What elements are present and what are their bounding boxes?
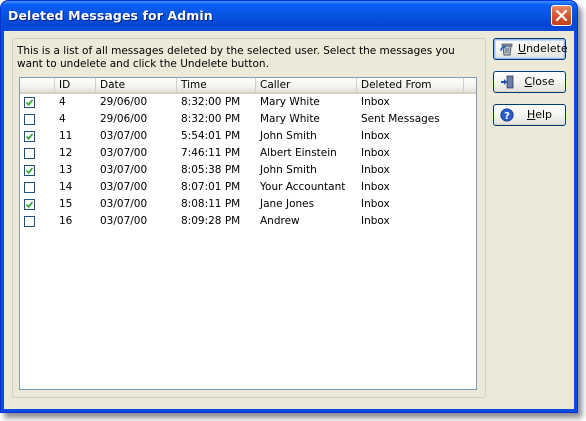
cell-id: 11 bbox=[59, 130, 73, 142]
checkmark-icon bbox=[26, 167, 33, 174]
cell-caller: Your Accountant bbox=[260, 181, 346, 193]
cell-caller: Mary White bbox=[260, 113, 320, 125]
checkmark-icon bbox=[26, 99, 33, 106]
cell-date: 03/07/00 bbox=[100, 215, 148, 227]
table-row[interactable]: 4 29/06/00 8:32:00 PM Mary White Sent Messag… bbox=[20, 111, 476, 128]
cell-id: 12 bbox=[59, 147, 73, 159]
cell-id: 4 bbox=[59, 113, 66, 125]
cell-caller: Mary White bbox=[260, 96, 320, 108]
cell-id: 14 bbox=[59, 181, 73, 193]
row-checkbox[interactable] bbox=[24, 114, 35, 125]
cell-time: 8:05:38 PM bbox=[181, 164, 241, 176]
table-row[interactable]: 16 03/07/00 8:09:28 PM Andrew Inbox bbox=[20, 213, 476, 230]
cell-caller: Jane Jones bbox=[260, 198, 315, 210]
cell-time: 8:32:00 PM bbox=[181, 96, 241, 108]
row-checkbox[interactable] bbox=[24, 97, 35, 108]
window-title: Deleted Messages for Admin bbox=[8, 8, 213, 23]
cell-id: 16 bbox=[59, 215, 73, 227]
cell-deleted-from: Inbox bbox=[361, 164, 390, 176]
cell-caller: John Smith bbox=[260, 130, 317, 142]
svg-text:?: ? bbox=[504, 111, 510, 122]
title-bar[interactable]: Deleted Messages for Admin bbox=[1, 1, 577, 31]
row-checkbox[interactable] bbox=[24, 199, 35, 210]
cell-deleted-from: Inbox bbox=[361, 198, 390, 210]
help-button[interactable]: ? Help bbox=[493, 104, 566, 126]
list-header: ID Date Time Caller Deleted From bbox=[20, 78, 476, 94]
cell-time: 5:54:01 PM bbox=[181, 130, 241, 142]
cell-date: 29/06/00 bbox=[100, 113, 148, 125]
table-row[interactable]: 11 03/07/00 5:54:01 PM John Smith Inbox bbox=[20, 128, 476, 145]
cell-time: 7:46:11 PM bbox=[181, 147, 241, 159]
dialog-client-area: This is a list of all messages deleted b… bbox=[4, 31, 574, 409]
cell-date: 03/07/00 bbox=[100, 164, 148, 176]
table-row[interactable]: 12 03/07/00 7:46:11 PM Albert Einstein Inbox bbox=[20, 145, 476, 162]
row-checkbox[interactable] bbox=[24, 165, 35, 176]
table-row[interactable]: 14 03/07/00 8:07:01 PM Your Accountant Inbox bbox=[20, 179, 476, 196]
cell-deleted-from: Inbox bbox=[361, 215, 390, 227]
cell-deleted-from: Inbox bbox=[361, 96, 390, 108]
row-checkbox[interactable] bbox=[24, 182, 35, 193]
row-checkbox[interactable] bbox=[24, 216, 35, 227]
close-icon bbox=[556, 10, 567, 21]
cell-id: 15 bbox=[59, 198, 73, 210]
column-header-deleted-from[interactable]: Deleted From bbox=[357, 78, 464, 92]
dialog-window: Deleted Messages for Admin This is a lis… bbox=[0, 0, 578, 413]
cell-deleted-from: Sent Messages bbox=[361, 113, 440, 125]
cell-time: 8:09:28 PM bbox=[181, 215, 241, 227]
cell-time: 8:08:11 PM bbox=[181, 198, 241, 210]
table-row[interactable]: 13 03/07/00 8:05:38 PM John Smith Inbox bbox=[20, 162, 476, 179]
instructions-text: This is a list of all messages deleted b… bbox=[17, 45, 455, 70]
table-row[interactable]: 15 03/07/00 8:08:11 PM Jane Jones Inbox bbox=[20, 196, 476, 213]
cell-id: 13 bbox=[59, 164, 73, 176]
window-close-button[interactable] bbox=[551, 5, 572, 26]
cell-date: 03/07/00 bbox=[100, 147, 148, 159]
cell-time: 8:07:01 PM bbox=[181, 181, 241, 193]
cell-time: 8:32:00 PM bbox=[181, 113, 241, 125]
cell-date: 03/07/00 bbox=[100, 181, 148, 193]
undelete-icon bbox=[500, 43, 513, 56]
undelete-button[interactable]: Undelete bbox=[493, 38, 568, 60]
cell-caller: Albert Einstein bbox=[260, 147, 337, 159]
checkmark-icon bbox=[26, 133, 33, 140]
cell-date: 03/07/00 bbox=[100, 130, 148, 142]
row-checkbox[interactable] bbox=[24, 131, 35, 142]
row-checkbox[interactable] bbox=[24, 148, 35, 159]
close-label: lose bbox=[532, 75, 555, 88]
help-question-icon: ? bbox=[500, 108, 514, 122]
deleted-messages-list[interactable]: ID Date Time Caller Deleted From 4 29/06/… bbox=[19, 77, 477, 390]
cell-caller: Andrew bbox=[260, 215, 300, 227]
column-header-check[interactable] bbox=[20, 78, 55, 92]
close-button[interactable]: Close bbox=[493, 71, 566, 93]
cell-id: 4 bbox=[59, 96, 66, 108]
help-label: elp bbox=[535, 108, 553, 121]
cell-deleted-from: Inbox bbox=[361, 147, 390, 159]
column-header-time[interactable]: Time bbox=[177, 78, 256, 92]
exit-door-icon bbox=[501, 75, 514, 89]
cell-date: 29/06/00 bbox=[100, 96, 148, 108]
cell-deleted-from: Inbox bbox=[361, 181, 390, 193]
column-header-date[interactable]: Date bbox=[96, 78, 177, 92]
help-mnemonic: H bbox=[526, 108, 536, 121]
undelete-label: ndelete bbox=[526, 42, 568, 55]
column-header-id[interactable]: ID bbox=[55, 78, 96, 92]
column-header-caller[interactable]: Caller bbox=[256, 78, 357, 92]
checkmark-icon bbox=[26, 201, 33, 208]
cell-caller: John Smith bbox=[260, 164, 317, 176]
cell-deleted-from: Inbox bbox=[361, 130, 390, 142]
undelete-mnemonic: U bbox=[518, 42, 527, 55]
cell-date: 03/07/00 bbox=[100, 198, 148, 210]
table-row[interactable]: 4 29/06/00 8:32:00 PM Mary White Inbox bbox=[20, 94, 476, 111]
